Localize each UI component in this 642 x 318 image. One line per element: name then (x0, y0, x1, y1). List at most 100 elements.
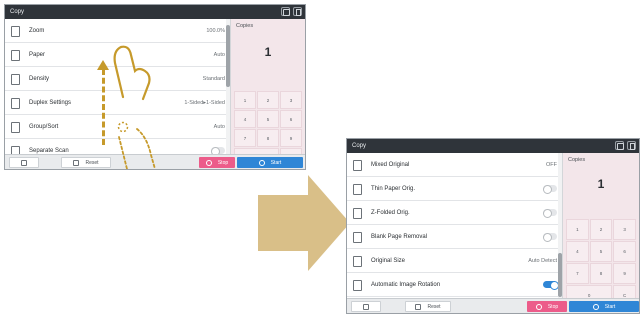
separate-scan-icon (10, 145, 20, 154)
mixed-original-icon (352, 159, 362, 171)
reset-icon (73, 159, 80, 166)
reset-icon (415, 303, 422, 310)
image-rotation-icon (352, 279, 362, 291)
thin-paper-toggle[interactable] (543, 185, 557, 194)
copy-screen-before: Copy Zoom 100.0% Paper Auto Density Stan… (4, 4, 306, 170)
home-icon[interactable] (281, 7, 290, 16)
stop-label: Stop (217, 159, 229, 166)
scrollbar[interactable] (558, 153, 562, 298)
copies-label: Copies (236, 23, 254, 29)
reset-label: Reset (85, 159, 99, 166)
key-2[interactable]: 2 (257, 91, 279, 109)
job-list-icon[interactable] (293, 7, 302, 16)
image-rotation-toggle[interactable] (543, 281, 559, 290)
setting-label: Separate Scan (29, 147, 69, 154)
start-button[interactable]: Start (569, 301, 639, 312)
key-5[interactable]: 5 (257, 110, 279, 128)
scrollbar[interactable] (226, 19, 230, 154)
key-9[interactable]: 9 (280, 129, 302, 147)
separate-scan-toggle[interactable] (211, 147, 225, 154)
start-button[interactable]: Start (237, 157, 303, 168)
key-3[interactable]: 3 (613, 219, 636, 240)
home-button[interactable] (351, 301, 381, 312)
group-sort-icon (10, 121, 20, 133)
z-folded-icon (352, 207, 362, 219)
reset-button[interactable]: Reset (405, 301, 451, 312)
key-6[interactable]: 6 (280, 110, 302, 128)
setting-value: 100.0% (206, 27, 225, 34)
finger-end-icon (113, 45, 151, 101)
start-icon (258, 159, 265, 166)
settings-list[interactable]: Mixed Original OFF Thin Paper Orig. Z-Fo… (347, 153, 563, 298)
z-folded-toggle[interactable] (543, 209, 557, 218)
swipe-path (102, 69, 105, 145)
start-label: Start (270, 159, 282, 166)
bottom-bar: Reset Stop Start (347, 298, 639, 313)
key-3[interactable]: 3 (280, 91, 302, 109)
numeric-keypad: 1 2 3 4 5 6 7 8 9 0 C (566, 219, 636, 306)
copy-screen-after: Copy Mixed Original OFF Thin Paper Orig.… (346, 138, 640, 314)
home-icon[interactable] (615, 141, 624, 150)
start-label: Start (604, 303, 616, 310)
setting-value: Auto (213, 51, 225, 58)
thin-paper-icon (352, 183, 362, 195)
home-button[interactable] (9, 157, 39, 168)
setting-row-original-size[interactable]: Original Size Auto Detect (347, 249, 562, 273)
setting-row-image-rotation[interactable]: Automatic Image Rotation (347, 273, 562, 297)
key-7[interactable]: 7 (566, 263, 589, 284)
setting-label: Automatic Image Rotation (371, 281, 441, 288)
title-bar: Copy (5, 5, 305, 19)
duplex-icon (10, 97, 20, 109)
reset-label: Reset (427, 303, 441, 310)
copies-count: 1 (597, 177, 605, 191)
setting-row-mixed-original[interactable]: Mixed Original OFF (347, 153, 562, 177)
setting-label: Original Size (371, 257, 406, 264)
paper-icon (10, 49, 20, 61)
home-icon (21, 159, 27, 166)
key-5[interactable]: 5 (589, 241, 613, 262)
setting-value: OFF (546, 161, 557, 168)
reset-button[interactable]: Reset (61, 157, 111, 168)
setting-row-thin-paper[interactable]: Thin Paper Orig. (347, 177, 562, 201)
setting-label: Blank Page Removal (371, 233, 428, 240)
setting-label: Thin Paper Orig. (371, 185, 416, 192)
copies-count: 1 (264, 45, 272, 59)
setting-row-z-folded[interactable]: Z-Folded Orig. (347, 201, 562, 225)
setting-row-blank-page-removal[interactable]: Blank Page Removal (347, 225, 562, 249)
setting-value: Auto (213, 123, 225, 130)
key-8[interactable]: 8 (257, 129, 279, 147)
key-1[interactable]: 1 (566, 219, 589, 240)
key-6[interactable]: 6 (613, 241, 636, 262)
job-list-icon[interactable] (627, 141, 636, 150)
key-7[interactable]: 7 (234, 129, 256, 147)
stop-label: Stop (547, 303, 559, 310)
density-icon (10, 73, 20, 85)
stop-button[interactable]: Stop (527, 301, 567, 312)
home-icon (363, 303, 369, 310)
original-size-icon (352, 255, 362, 267)
key-9[interactable]: 9 (613, 263, 636, 284)
setting-label: Z-Folded Orig. (371, 209, 410, 216)
stop-button[interactable]: Stop (199, 157, 235, 168)
start-icon (592, 303, 599, 310)
blank-page-toggle[interactable] (543, 233, 557, 242)
title-bar: Copy (347, 139, 639, 153)
next-step-arrow-icon (258, 175, 350, 271)
setting-label: Zoom (29, 27, 45, 34)
setting-value: Standard (202, 75, 225, 82)
finger-start-icon (117, 121, 156, 169)
key-1[interactable]: 1 (234, 91, 256, 109)
blank-page-icon (352, 231, 362, 243)
stop-icon (205, 159, 212, 166)
key-4[interactable]: 4 (566, 241, 589, 262)
setting-label: Duplex Settings (29, 99, 72, 106)
setting-label: Paper (29, 51, 46, 58)
setting-label: Group/Sort (29, 123, 59, 130)
key-2[interactable]: 2 (589, 219, 613, 240)
stop-icon (535, 303, 542, 310)
setting-value: 1-Sided▸1-Sided (184, 99, 225, 106)
window-title: Copy (352, 143, 367, 149)
key-8[interactable]: 8 (589, 263, 613, 284)
key-4[interactable]: 4 (234, 110, 256, 128)
setting-label: Density (29, 75, 50, 82)
